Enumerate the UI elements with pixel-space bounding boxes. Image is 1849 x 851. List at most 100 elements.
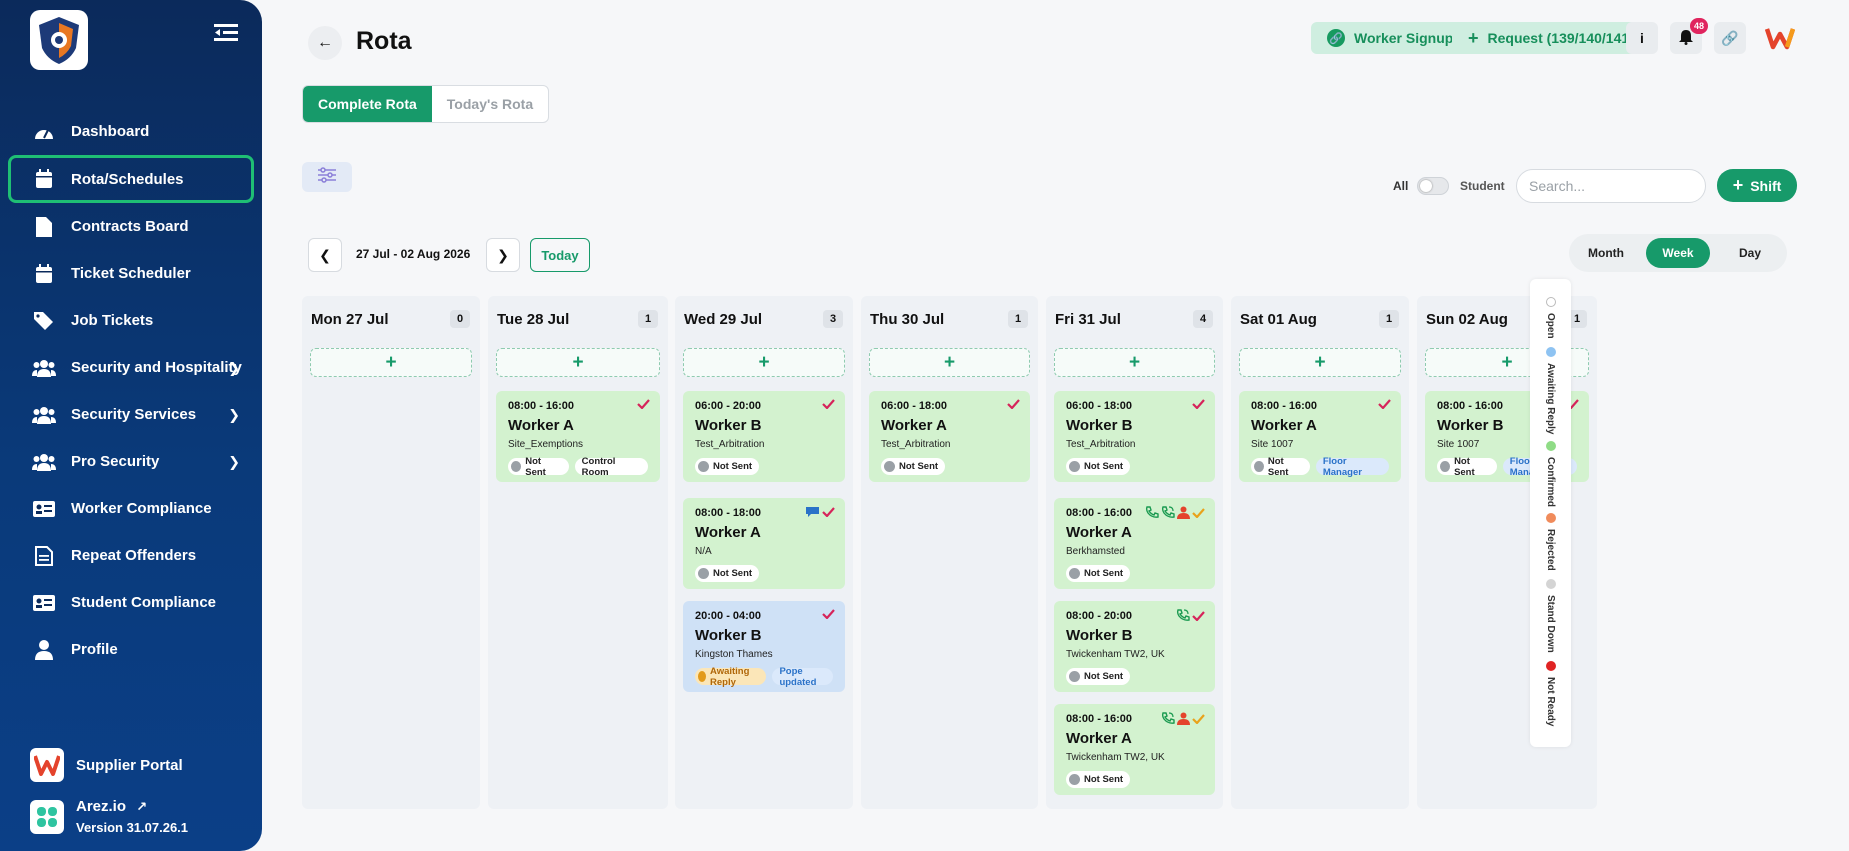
day-column-sat: Sat 01 Aug 1 + 08:00 - 16:00 Worker A Sit… xyxy=(1231,296,1409,809)
status-badge: Not Sent xyxy=(1066,458,1131,475)
shift-card[interactable]: 08:00 - 18:00 Worker A N/A Not Sent xyxy=(683,498,845,589)
sidebar-item-student-compliance[interactable]: Student Compliance xyxy=(8,579,254,626)
sidebar-item-security-services[interactable]: Security Services ❯ xyxy=(8,391,254,438)
worker-name: Worker B xyxy=(1066,417,1133,434)
sidebar-item-security-and-hospitality[interactable]: Security and Hospitality ❯ xyxy=(8,344,254,391)
today-button[interactable]: Today xyxy=(530,238,590,272)
sidebar-item-contracts-board[interactable]: Contracts Board xyxy=(8,203,254,250)
sidebar-item-repeat-offenders[interactable]: Repeat Offenders xyxy=(8,532,254,579)
shift-card[interactable]: 08:00 - 20:00 Worker B Twickenham TW2, U… xyxy=(1054,601,1215,692)
add-shift-slot[interactable]: + xyxy=(1054,348,1215,377)
back-button[interactable]: ← xyxy=(308,26,342,60)
site-name: Twickenham TW2, UK xyxy=(1066,649,1165,660)
sidebar-item-rota-schedules[interactable]: Rota/Schedules xyxy=(8,155,254,203)
sidebar-item-label: Job Tickets xyxy=(71,312,154,329)
shift-card[interactable]: 06:00 - 18:00 Worker A Test_Arbitration … xyxy=(869,391,1030,482)
add-shift-slot[interactable]: + xyxy=(683,348,845,377)
sidebar-item-pro-security[interactable]: Pro Security ❯ xyxy=(8,438,254,485)
add-shift-slot[interactable]: + xyxy=(310,348,472,377)
tick-icon xyxy=(637,399,650,409)
users-icon xyxy=(32,357,56,379)
list-document-icon xyxy=(32,545,56,567)
site-name: Site 1007 xyxy=(1251,439,1294,450)
tick-icon xyxy=(1007,399,1020,409)
sidebar-item-label: Security and Hospitality xyxy=(71,359,242,376)
shift-card[interactable]: 08:00 - 16:00 Worker A Berkhamsted Not S… xyxy=(1054,498,1215,589)
tab-complete-rota[interactable]: Complete Rota xyxy=(303,86,432,122)
sidebar-item-label: Pro Security xyxy=(71,453,160,470)
shift-count-badge: 3 xyxy=(823,310,843,328)
add-shift-slot[interactable]: + xyxy=(869,348,1030,377)
filter-button[interactable] xyxy=(302,162,352,192)
worker-signup-label: Worker Signup xyxy=(1354,30,1454,46)
sidebar-item-job-tickets[interactable]: Job Tickets xyxy=(8,297,254,344)
view-week[interactable]: Week xyxy=(1646,238,1710,268)
day-label: Thu 30 Jul xyxy=(870,310,945,328)
shift-card[interactable]: 06:00 - 20:00 Worker B Test_Arbitration … xyxy=(683,391,845,482)
all-label: All xyxy=(1393,179,1409,193)
supplier-portal-link[interactable]: Supplier Portal xyxy=(30,748,183,782)
bell-icon xyxy=(1679,29,1693,48)
arrow-left-icon: ← xyxy=(317,34,333,51)
student-toggle[interactable] xyxy=(1417,177,1449,195)
copy-link-button[interactable]: 🔗 xyxy=(1714,22,1746,54)
sidebar-item-label: Ticket Scheduler xyxy=(71,265,191,282)
status-badge: Awaiting Reply xyxy=(695,666,767,688)
shift-card[interactable]: 08:00 - 16:00 Worker A Site 1007 Not Sen… xyxy=(1239,391,1401,482)
request-button[interactable]: + Request (139/140/141) xyxy=(1452,22,1650,54)
tick-icon xyxy=(1192,507,1205,518)
shift-card[interactable]: 08:00 - 16:00 Worker A Twickenham TW2, U… xyxy=(1054,704,1215,795)
add-shift-slot[interactable]: + xyxy=(496,348,660,377)
document-icon xyxy=(32,216,56,238)
note-badge: Pope updated xyxy=(772,666,833,688)
chevron-right-icon: ❯ xyxy=(228,359,240,375)
sidebar-item-profile[interactable]: Profile xyxy=(8,626,254,673)
link-icon: 🔗 xyxy=(1327,29,1345,47)
brand-logo-icon[interactable] xyxy=(1764,22,1796,54)
view-day[interactable]: Day xyxy=(1718,238,1782,268)
notifications-button[interactable]: 48 xyxy=(1670,18,1708,54)
shift-time: 08:00 - 16:00 xyxy=(508,400,575,412)
site-name: Kingston Thames xyxy=(695,649,773,660)
shift-card[interactable]: 06:00 - 18:00 Worker B Test_Arbitration … xyxy=(1054,391,1215,482)
add-shift-button[interactable]: + Shift xyxy=(1717,169,1797,202)
sidebar-item-worker-compliance[interactable]: Worker Compliance xyxy=(8,485,254,532)
add-shift-slot[interactable]: + xyxy=(1239,348,1401,377)
prev-week-button[interactable]: ❮ xyxy=(308,238,342,272)
rota-tabs: Complete Rota Today's Rota xyxy=(302,85,550,123)
legend-rejected: Rejected xyxy=(1530,513,1571,571)
tick-icon xyxy=(822,609,835,619)
arez-link[interactable]: Arez.io ↗ Version 31.07.26.1 xyxy=(30,798,188,835)
worker-name: Worker A xyxy=(508,417,574,434)
sidebar-item-dashboard[interactable]: Dashboard xyxy=(8,108,254,155)
collapse-menu-icon[interactable] xyxy=(214,22,238,44)
status-badge: Not Sent xyxy=(1066,565,1131,582)
site-name: Berkhamsted xyxy=(1066,546,1125,557)
worker-name: Worker A xyxy=(881,417,947,434)
shift-time: 20:00 - 04:00 xyxy=(695,610,762,622)
sidebar-item-ticket-scheduler[interactable]: Ticket Scheduler xyxy=(8,250,254,297)
tab-todays-rota[interactable]: Today's Rota xyxy=(432,86,548,122)
users-icon xyxy=(32,451,56,473)
role-badge: Control Room xyxy=(574,456,648,478)
next-week-button[interactable]: ❯ xyxy=(486,238,520,272)
status-badge: Not Sent xyxy=(508,456,569,478)
shift-time: 08:00 - 16:00 xyxy=(1251,400,1318,412)
calendar-icon xyxy=(32,168,56,190)
shift-count-badge: 1 xyxy=(1008,310,1028,328)
view-month[interactable]: Month xyxy=(1574,238,1638,268)
tick-icon xyxy=(1192,610,1205,621)
shift-card[interactable]: 08:00 - 16:00 Worker A Site_Exemptions N… xyxy=(496,391,660,482)
day-label: Mon 27 Jul xyxy=(311,310,389,328)
company-logo[interactable] xyxy=(30,10,88,70)
info-button[interactable]: i xyxy=(1626,22,1658,54)
legend-stand-down: Stand Down xyxy=(1530,579,1571,653)
search-input[interactable] xyxy=(1516,169,1706,203)
plus-icon: + xyxy=(1732,175,1744,195)
chevron-right-icon: ❯ xyxy=(228,406,240,422)
worker-signup-button[interactable]: 🔗 Worker Signup xyxy=(1311,22,1470,54)
shift-card[interactable]: 20:00 - 04:00 Worker B Kingston Thames A… xyxy=(683,601,845,692)
sidebar-item-label: Security Services xyxy=(71,406,197,423)
worker-name: Worker A xyxy=(1066,730,1132,747)
arez-label: Arez.io xyxy=(76,798,127,815)
